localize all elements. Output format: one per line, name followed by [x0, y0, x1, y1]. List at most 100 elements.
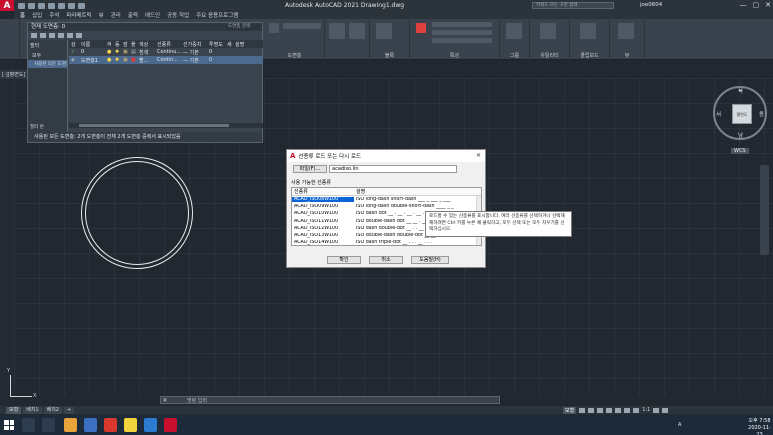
inner-circle[interactable] [85, 161, 189, 265]
sun-icon[interactable]: ✹ [113, 57, 121, 63]
layer-color[interactable]: 흰색 [137, 49, 155, 56]
on-bulb-icon[interactable]: ● [105, 49, 113, 55]
save-icon[interactable] [38, 2, 45, 9]
layer-linetype[interactable]: Continu... [155, 49, 181, 55]
group-icon[interactable] [506, 23, 522, 39]
new-filter-icon[interactable] [31, 33, 37, 38]
filter-all[interactable]: 모두 [28, 51, 67, 60]
tab-featured-apps[interactable]: 주요 응용프로그램 [196, 11, 238, 19]
cancel-button[interactable]: 취소 [369, 256, 403, 264]
file-name-field[interactable]: acadiso.lin [329, 165, 457, 173]
osnap-icon[interactable] [615, 407, 622, 413]
layer-search-input[interactable]: 도면층 검색 [226, 24, 262, 30]
annotation-scale[interactable]: 1:1 [642, 407, 650, 413]
lineweight-icon[interactable] [624, 407, 631, 413]
dimension-icon[interactable] [349, 23, 365, 39]
viewport-controls[interactable]: [-][평면도] [0, 70, 28, 79]
color-dropdown[interactable] [432, 22, 492, 27]
delete-layer-icon[interactable] [67, 33, 73, 38]
layer-linetype[interactable]: Contin... [155, 57, 181, 63]
sun-icon[interactable]: ✹ [113, 49, 121, 55]
layer-states-icon[interactable] [49, 33, 55, 38]
command-line[interactable]: ✕ 명령 입력 [160, 396, 500, 404]
office-icon[interactable] [104, 418, 117, 432]
filter-used[interactable]: 사용된 모든 도면층 [28, 60, 67, 68]
set-current-icon[interactable] [76, 33, 82, 38]
layer-row[interactable]: ◆ 도면층1 ● ✹ ▣ ■ 빨... Contin... — 기본 0 [69, 56, 263, 64]
ortho-icon[interactable] [597, 407, 604, 413]
tab-parametric[interactable]: 파라메트릭 [66, 11, 91, 19]
col-freeze[interactable]: 동 [113, 41, 121, 48]
tab-layout1[interactable]: 배치1 [23, 406, 42, 414]
col-lineweight[interactable]: 선가중치 [181, 41, 207, 48]
viewcube-top-face[interactable]: 평면도 [732, 104, 752, 124]
autocad-taskbar-icon[interactable] [164, 418, 177, 432]
chrome-icon[interactable] [84, 418, 97, 432]
annotation-icon[interactable] [633, 407, 640, 413]
unlock-icon[interactable]: ▣ [121, 57, 129, 63]
measure-icon[interactable] [540, 23, 556, 39]
on-bulb-icon[interactable]: ● [105, 57, 113, 63]
tab-home[interactable]: 홈 [20, 11, 25, 19]
layer-color[interactable]: 빨... [137, 57, 155, 64]
model-space-button[interactable]: 모형 [563, 406, 577, 414]
layer-lineweight[interactable]: — 기본 [181, 57, 207, 64]
viewcube-south[interactable]: 남 [738, 131, 743, 139]
user-name[interactable]: joe0604 [640, 2, 662, 8]
help-button[interactable]: 도움말(H) [411, 256, 449, 264]
ok-button[interactable]: 확인 [327, 256, 361, 264]
text-icon[interactable] [329, 23, 345, 39]
close-command-line-icon[interactable]: ✕ [161, 397, 169, 404]
col-description[interactable]: 설명 [354, 188, 481, 195]
viewcube-west[interactable]: 서 [716, 110, 721, 118]
list-item[interactable]: ACAD_ISO14W100 ISO dash triple-dot __ . … [292, 239, 481, 245]
open-icon[interactable] [28, 2, 35, 9]
list-item[interactable]: ACAD_ISO09W100 ISO long-dash double-shor… [292, 203, 481, 210]
add-layout-button[interactable]: + [63, 406, 75, 414]
list-item[interactable]: ACAD_ISO08W100 ISO long-dash short-dash … [292, 196, 481, 203]
customize-icon[interactable] [662, 407, 669, 413]
layer-properties-icon[interactable] [269, 23, 279, 33]
view-icon[interactable] [618, 23, 634, 39]
col-linetype[interactable]: 선종류 [292, 188, 354, 195]
layer-transparency[interactable]: 0 [207, 57, 225, 63]
plot-icon[interactable]: ▤ [129, 49, 137, 55]
navigation-bar[interactable] [760, 165, 769, 255]
viewcube-north[interactable]: 북 [738, 87, 743, 95]
redo-icon[interactable] [78, 2, 85, 9]
maximize-button[interactable]: ▢ [753, 1, 760, 9]
tab-output[interactable]: 출력 [128, 11, 138, 19]
plot-icon[interactable] [58, 2, 65, 9]
polar-icon[interactable] [606, 407, 613, 413]
save-as-icon[interactable] [48, 2, 55, 9]
snap-icon[interactable] [588, 407, 595, 413]
tab-view[interactable]: 뷰 [99, 11, 104, 19]
tab-addins[interactable]: 애드인 [145, 11, 160, 19]
new-layer-icon[interactable] [58, 33, 64, 38]
viewcube[interactable]: 평면도 북 남 동 서 [713, 86, 767, 140]
tab-insert[interactable]: 삽입 [32, 11, 42, 19]
layer-table-scrollbar[interactable] [69, 123, 263, 128]
undo-icon[interactable] [68, 2, 75, 9]
invert-filter-checkbox[interactable]: 필터 반 [30, 124, 44, 130]
insert-block-icon[interactable] [376, 23, 392, 39]
search-input[interactable]: 키워드 또는 구문 입력 [532, 2, 614, 9]
windows-start-icon[interactable] [4, 420, 14, 430]
col-description[interactable]: 설명 [233, 41, 253, 48]
col-new-vp[interactable]: 새 [225, 41, 233, 48]
viewcube-east[interactable]: 동 [759, 110, 764, 118]
kakaotalk-icon[interactable] [124, 418, 137, 432]
col-color[interactable]: 색상 [137, 41, 155, 48]
search-icon[interactable] [22, 418, 35, 432]
layer-dropdown[interactable] [283, 23, 321, 29]
col-linetype[interactable]: 선종류 [155, 41, 181, 48]
edge-icon[interactable] [144, 418, 157, 432]
paste-icon[interactable] [580, 23, 596, 39]
color-swatch-icon[interactable] [416, 23, 426, 33]
layer-lineweight[interactable]: — 기본 [181, 49, 207, 56]
layer-name[interactable]: 0 [79, 49, 105, 55]
command-input[interactable]: 명령 입력 [169, 397, 207, 404]
new-icon[interactable] [18, 2, 25, 9]
col-status[interactable]: 상 [69, 41, 79, 48]
col-on[interactable]: 켜 [105, 41, 113, 48]
